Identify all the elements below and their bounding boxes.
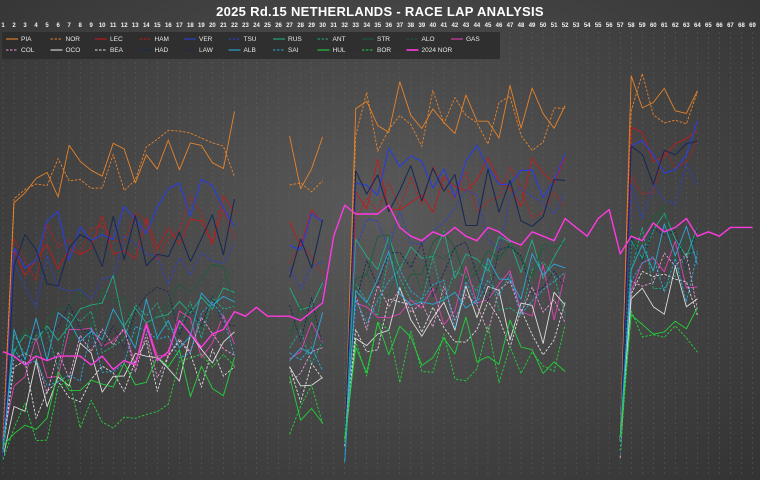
x-tick-label: 2 — [12, 23, 16, 29]
x-tick-label: 61 — [661, 23, 668, 29]
x-tick-label: 26 — [275, 23, 282, 29]
x-tick-label: 65 — [705, 23, 712, 29]
legend-label: BOR — [377, 47, 391, 54]
x-tick-label: 12 — [121, 23, 128, 29]
x-tick-label: 56 — [606, 23, 613, 29]
x-tick-label: 28 — [297, 23, 304, 29]
legend-label: LAW — [199, 47, 214, 54]
x-tick-label: 9 — [90, 23, 94, 29]
x-tick-label: 47 — [507, 23, 514, 29]
x-tick-label: 8 — [78, 23, 82, 29]
x-tick-label: 38 — [407, 23, 414, 29]
series-line-had — [3, 141, 753, 462]
x-tick-label: 5 — [45, 23, 49, 29]
x-tick-label: 43 — [463, 23, 470, 29]
legend-label: BEA — [110, 47, 124, 54]
x-tick-label: 14 — [143, 23, 150, 29]
chart-area: 2025 Rd.15 NETHERLANDS - RACE LAP ANALYS… — [0, 0, 760, 480]
x-tick-label: 50 — [540, 23, 547, 29]
legend-label: 2024 NOR — [422, 47, 453, 54]
legend-label: RUS — [288, 36, 302, 43]
x-tick-label: 36 — [385, 23, 392, 29]
legend-label: LEC — [110, 36, 123, 43]
x-tick-label: 60 — [650, 23, 657, 29]
legend-label: HUL — [333, 47, 346, 54]
x-tick-label: 29 — [308, 23, 315, 29]
x-tick-label: 31 — [330, 23, 337, 29]
x-tick-label: 16 — [165, 23, 172, 29]
x-tick-label: 51 — [551, 23, 558, 29]
legend-label: VER — [199, 36, 213, 43]
legend-label: SAI — [288, 47, 299, 54]
x-tick-label: 45 — [485, 23, 492, 29]
x-tick-label: 48 — [518, 23, 525, 29]
x-tick-label: 19 — [198, 23, 205, 29]
x-tick-label: 40 — [430, 23, 437, 29]
x-tick-label: 11 — [110, 23, 117, 29]
x-tick-label: 27 — [286, 23, 293, 29]
x-tick-label: 23 — [242, 23, 249, 29]
x-tick-label: 24 — [253, 23, 260, 29]
x-tick-label: 4 — [34, 23, 38, 29]
x-tick-label: 32 — [341, 23, 348, 29]
x-tick-label: 42 — [452, 23, 459, 29]
lap-chart-svg: 1 2 3 4 5 6 7 8 9 10 11 12 13 14 15 16 17 18 19 20 21 22 23 24 2… — [1, 23, 756, 476]
legend-label: COL — [21, 47, 35, 54]
x-tick-label: 67 — [727, 23, 734, 29]
x-tick-label: 3 — [23, 23, 27, 29]
x-tick-label: 41 — [441, 23, 448, 29]
x-tick-label: 13 — [132, 23, 139, 29]
x-tick-label: 18 — [187, 23, 194, 29]
series-lines — [3, 74, 753, 463]
x-tick-label: 22 — [231, 23, 238, 29]
x-tick-label: 59 — [639, 23, 646, 29]
legend-label: GAS — [466, 36, 480, 43]
x-tick-label: 68 — [738, 23, 745, 29]
x-tick-label: 15 — [154, 23, 161, 29]
x-tick-label: 33 — [352, 23, 359, 29]
legend-label: NOR — [66, 36, 81, 43]
x-tick-label: 49 — [529, 23, 536, 29]
legend-label: PIA — [21, 36, 32, 43]
x-tick-label: 57 — [617, 23, 624, 29]
legend-label: HAD — [155, 47, 169, 54]
x-tick-label: 46 — [496, 23, 503, 29]
x-tick-label: 17 — [176, 23, 183, 29]
x-tick-label: 39 — [418, 23, 425, 29]
x-tick-label: 25 — [264, 23, 271, 29]
x-tick-label: 34 — [363, 23, 370, 29]
x-tick-label: 6 — [56, 23, 60, 29]
x-tick-label: 53 — [573, 23, 580, 29]
x-tick-label: 63 — [683, 23, 690, 29]
x-tick-label: 7 — [67, 23, 71, 29]
x-tick-label: 44 — [474, 23, 481, 29]
legend-label: ALO — [422, 36, 435, 43]
x-tick-label: 30 — [319, 23, 326, 29]
x-tick-label: 69 — [749, 23, 756, 29]
x-tick-label: 62 — [672, 23, 679, 29]
x-tick-label: 21 — [220, 23, 227, 29]
x-tick-label: 55 — [595, 23, 602, 29]
legend-label: OCO — [66, 47, 81, 54]
x-tick-label: 52 — [562, 23, 569, 29]
x-tick-label: 20 — [209, 23, 216, 29]
x-tick-label: 37 — [396, 23, 403, 29]
x-tick-label: 66 — [716, 23, 723, 29]
x-tick-label: 64 — [694, 23, 701, 29]
x-tick-label: 35 — [374, 23, 381, 29]
legend-label: STR — [377, 36, 390, 43]
x-tick-label: 1 — [1, 23, 5, 29]
legend-label: ANT — [333, 36, 346, 43]
x-tick-label: 10 — [99, 23, 106, 29]
x-tick-label: 58 — [628, 23, 635, 29]
legend-label: ALB — [244, 47, 256, 54]
x-tick-label: 54 — [584, 23, 591, 29]
legend-label: TSU — [244, 36, 257, 43]
legend-label: HAM — [155, 36, 169, 43]
